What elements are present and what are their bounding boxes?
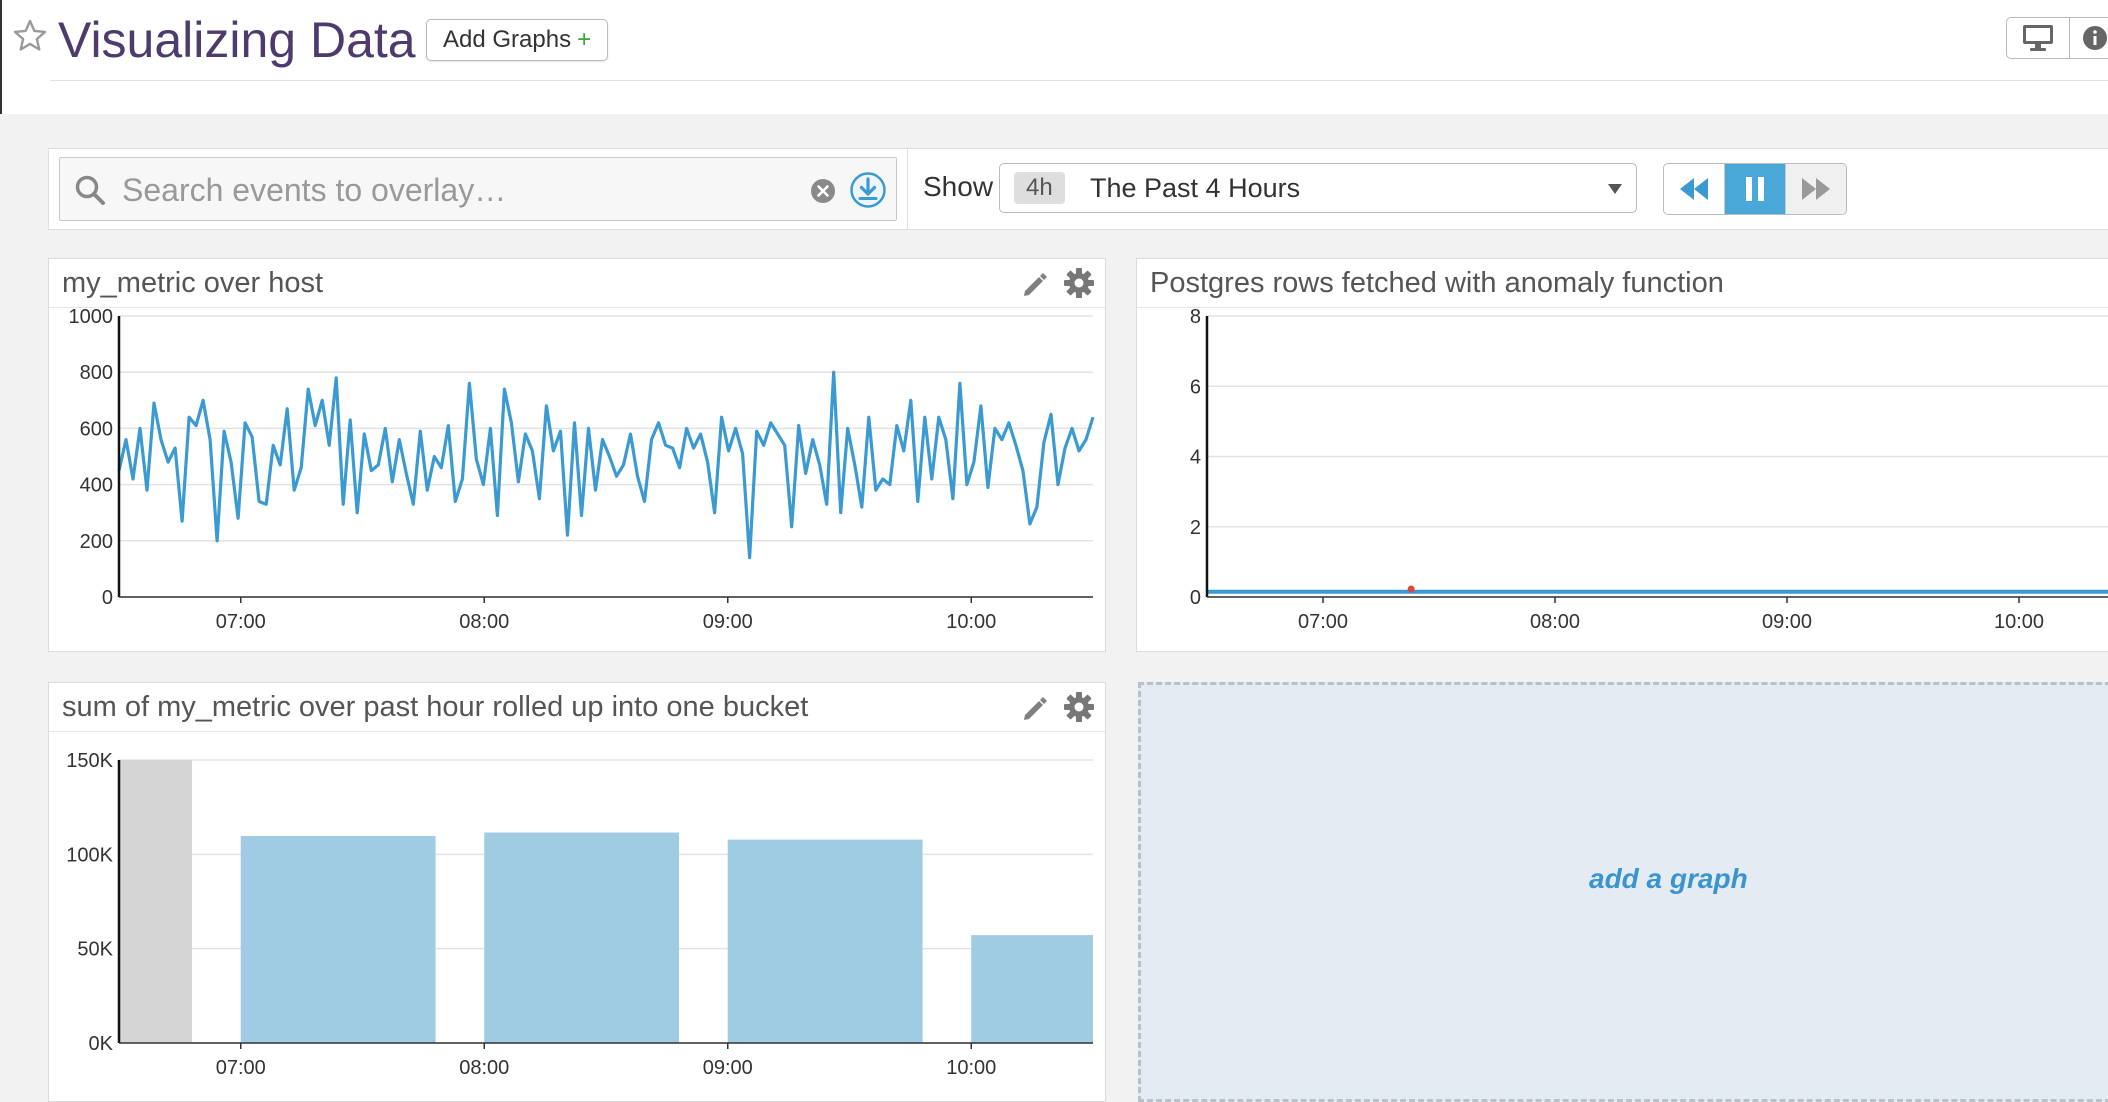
add-graphs-label: Add Graphs — [443, 26, 572, 53]
y-tick-label: 1000 — [69, 308, 114, 328]
add-graph-link[interactable]: add a graph — [1589, 863, 1748, 895]
timeseries-widget: my_metric over host 0 200 400 600 800 1000 07:… — [48, 258, 1106, 652]
pencil-icon[interactable] — [1021, 695, 1049, 723]
x-tick-label: 08:00 — [459, 1057, 509, 1079]
info-button[interactable] — [2069, 17, 2108, 59]
page-title: Visualizing Data — [58, 12, 416, 68]
bar — [119, 760, 193, 1043]
x-tick-label: 07:00 — [1298, 611, 1348, 633]
bar — [240, 836, 436, 1043]
bar-widget: sum of my_metric over past hour rolled u… — [48, 682, 1106, 1102]
show-label: Show — [923, 171, 994, 202]
star-icon[interactable] — [12, 18, 48, 54]
dashboard-controls: Show 4h The Past 4 Hours — [48, 148, 2108, 230]
pencil-icon[interactable] — [1021, 271, 1049, 299]
x-tick-label: 08:00 — [1530, 611, 1580, 633]
header-divider — [50, 80, 2108, 81]
y-tick-label: 8 — [1190, 308, 1201, 328]
event-search — [59, 157, 897, 221]
bar-chart: 0K 50K 100K 150K 07:00 08:00 09:00 10:00 — [66, 750, 1093, 1079]
widget-title: my_metric over host — [62, 267, 324, 299]
search-input[interactable] — [120, 168, 824, 212]
time-range-label: The Past 4 Hours — [1090, 173, 1301, 203]
rewind-icon — [1680, 178, 1708, 200]
pause-icon — [1746, 177, 1764, 201]
fast-forward-button[interactable] — [1786, 164, 1846, 214]
time-range-badge: 4h — [1014, 172, 1065, 204]
y-tick-label: 50K — [77, 939, 113, 961]
add-graphs-button[interactable]: Add Graphs + — [426, 19, 609, 61]
y-tick-label: 6 — [1190, 376, 1201, 398]
rewind-button[interactable] — [1664, 164, 1725, 214]
fast-forward-icon — [1802, 178, 1830, 200]
x-tick-label: 09:00 — [1762, 611, 1812, 633]
plus-icon: + — [577, 26, 592, 53]
control-separator — [907, 149, 908, 229]
clear-icon[interactable] — [810, 178, 836, 204]
time-range-select[interactable]: 4h The Past 4 Hours — [999, 163, 1637, 213]
line-chart: 0 200 400 600 800 1000 07:00 08:00 09:00 10:00 — [69, 308, 1095, 633]
gear-icon[interactable] — [1063, 267, 1095, 299]
page-header: Visualizing Data Add Graphs + — [0, 0, 2108, 114]
y-tick-label: 200 — [80, 531, 113, 553]
series-line — [117, 370, 1095, 560]
y-tick-label: 4 — [1190, 447, 1201, 469]
chevron-down-icon — [1608, 184, 1622, 194]
search-icon — [75, 175, 105, 205]
x-tick-label: 10:00 — [1994, 611, 2044, 633]
bar — [727, 839, 923, 1043]
x-tick-label: 07:00 — [216, 611, 266, 633]
widget-title: sum of my_metric over past hour rolled u… — [62, 691, 809, 723]
anomaly-widget: Postgres rows fetched with anomaly funct… — [1136, 258, 2108, 652]
y-tick-label: 150K — [66, 750, 113, 772]
anomaly-chart: 0 2 4 6 8 07:00 08:00 09:00 10:00 — [1190, 308, 2108, 633]
y-tick-label: 2 — [1190, 517, 1201, 539]
monitor-icon — [2023, 25, 2053, 51]
x-tick-label: 10:00 — [946, 1057, 996, 1079]
x-tick-label: 07:00 — [216, 1057, 266, 1079]
y-tick-label: 0 — [102, 587, 113, 609]
pause-button[interactable] — [1725, 164, 1786, 214]
playback-controls — [1663, 163, 1847, 215]
download-circle-icon[interactable] — [850, 172, 886, 208]
gear-icon[interactable] — [1063, 691, 1095, 723]
y-tick-label: 600 — [80, 418, 113, 440]
bar — [484, 832, 680, 1043]
y-tick-label: 0 — [1190, 587, 1201, 609]
x-tick-label: 10:00 — [946, 611, 996, 633]
anomaly-point — [1407, 585, 1415, 593]
x-tick-label: 09:00 — [703, 611, 753, 633]
x-tick-label: 09:00 — [703, 1057, 753, 1079]
y-tick-label: 400 — [80, 475, 113, 497]
info-icon — [2083, 26, 2107, 50]
add-graph-tile[interactable]: add a graph — [1138, 682, 2108, 1102]
x-tick-label: 08:00 — [459, 611, 509, 633]
y-tick-label: 0K — [89, 1033, 114, 1055]
widget-title: Postgres rows fetched with anomaly funct… — [1150, 267, 1724, 299]
y-tick-label: 100K — [66, 844, 113, 866]
bar — [971, 935, 1093, 1043]
y-tick-label: 800 — [80, 362, 113, 384]
tv-mode-button[interactable] — [2006, 17, 2070, 59]
